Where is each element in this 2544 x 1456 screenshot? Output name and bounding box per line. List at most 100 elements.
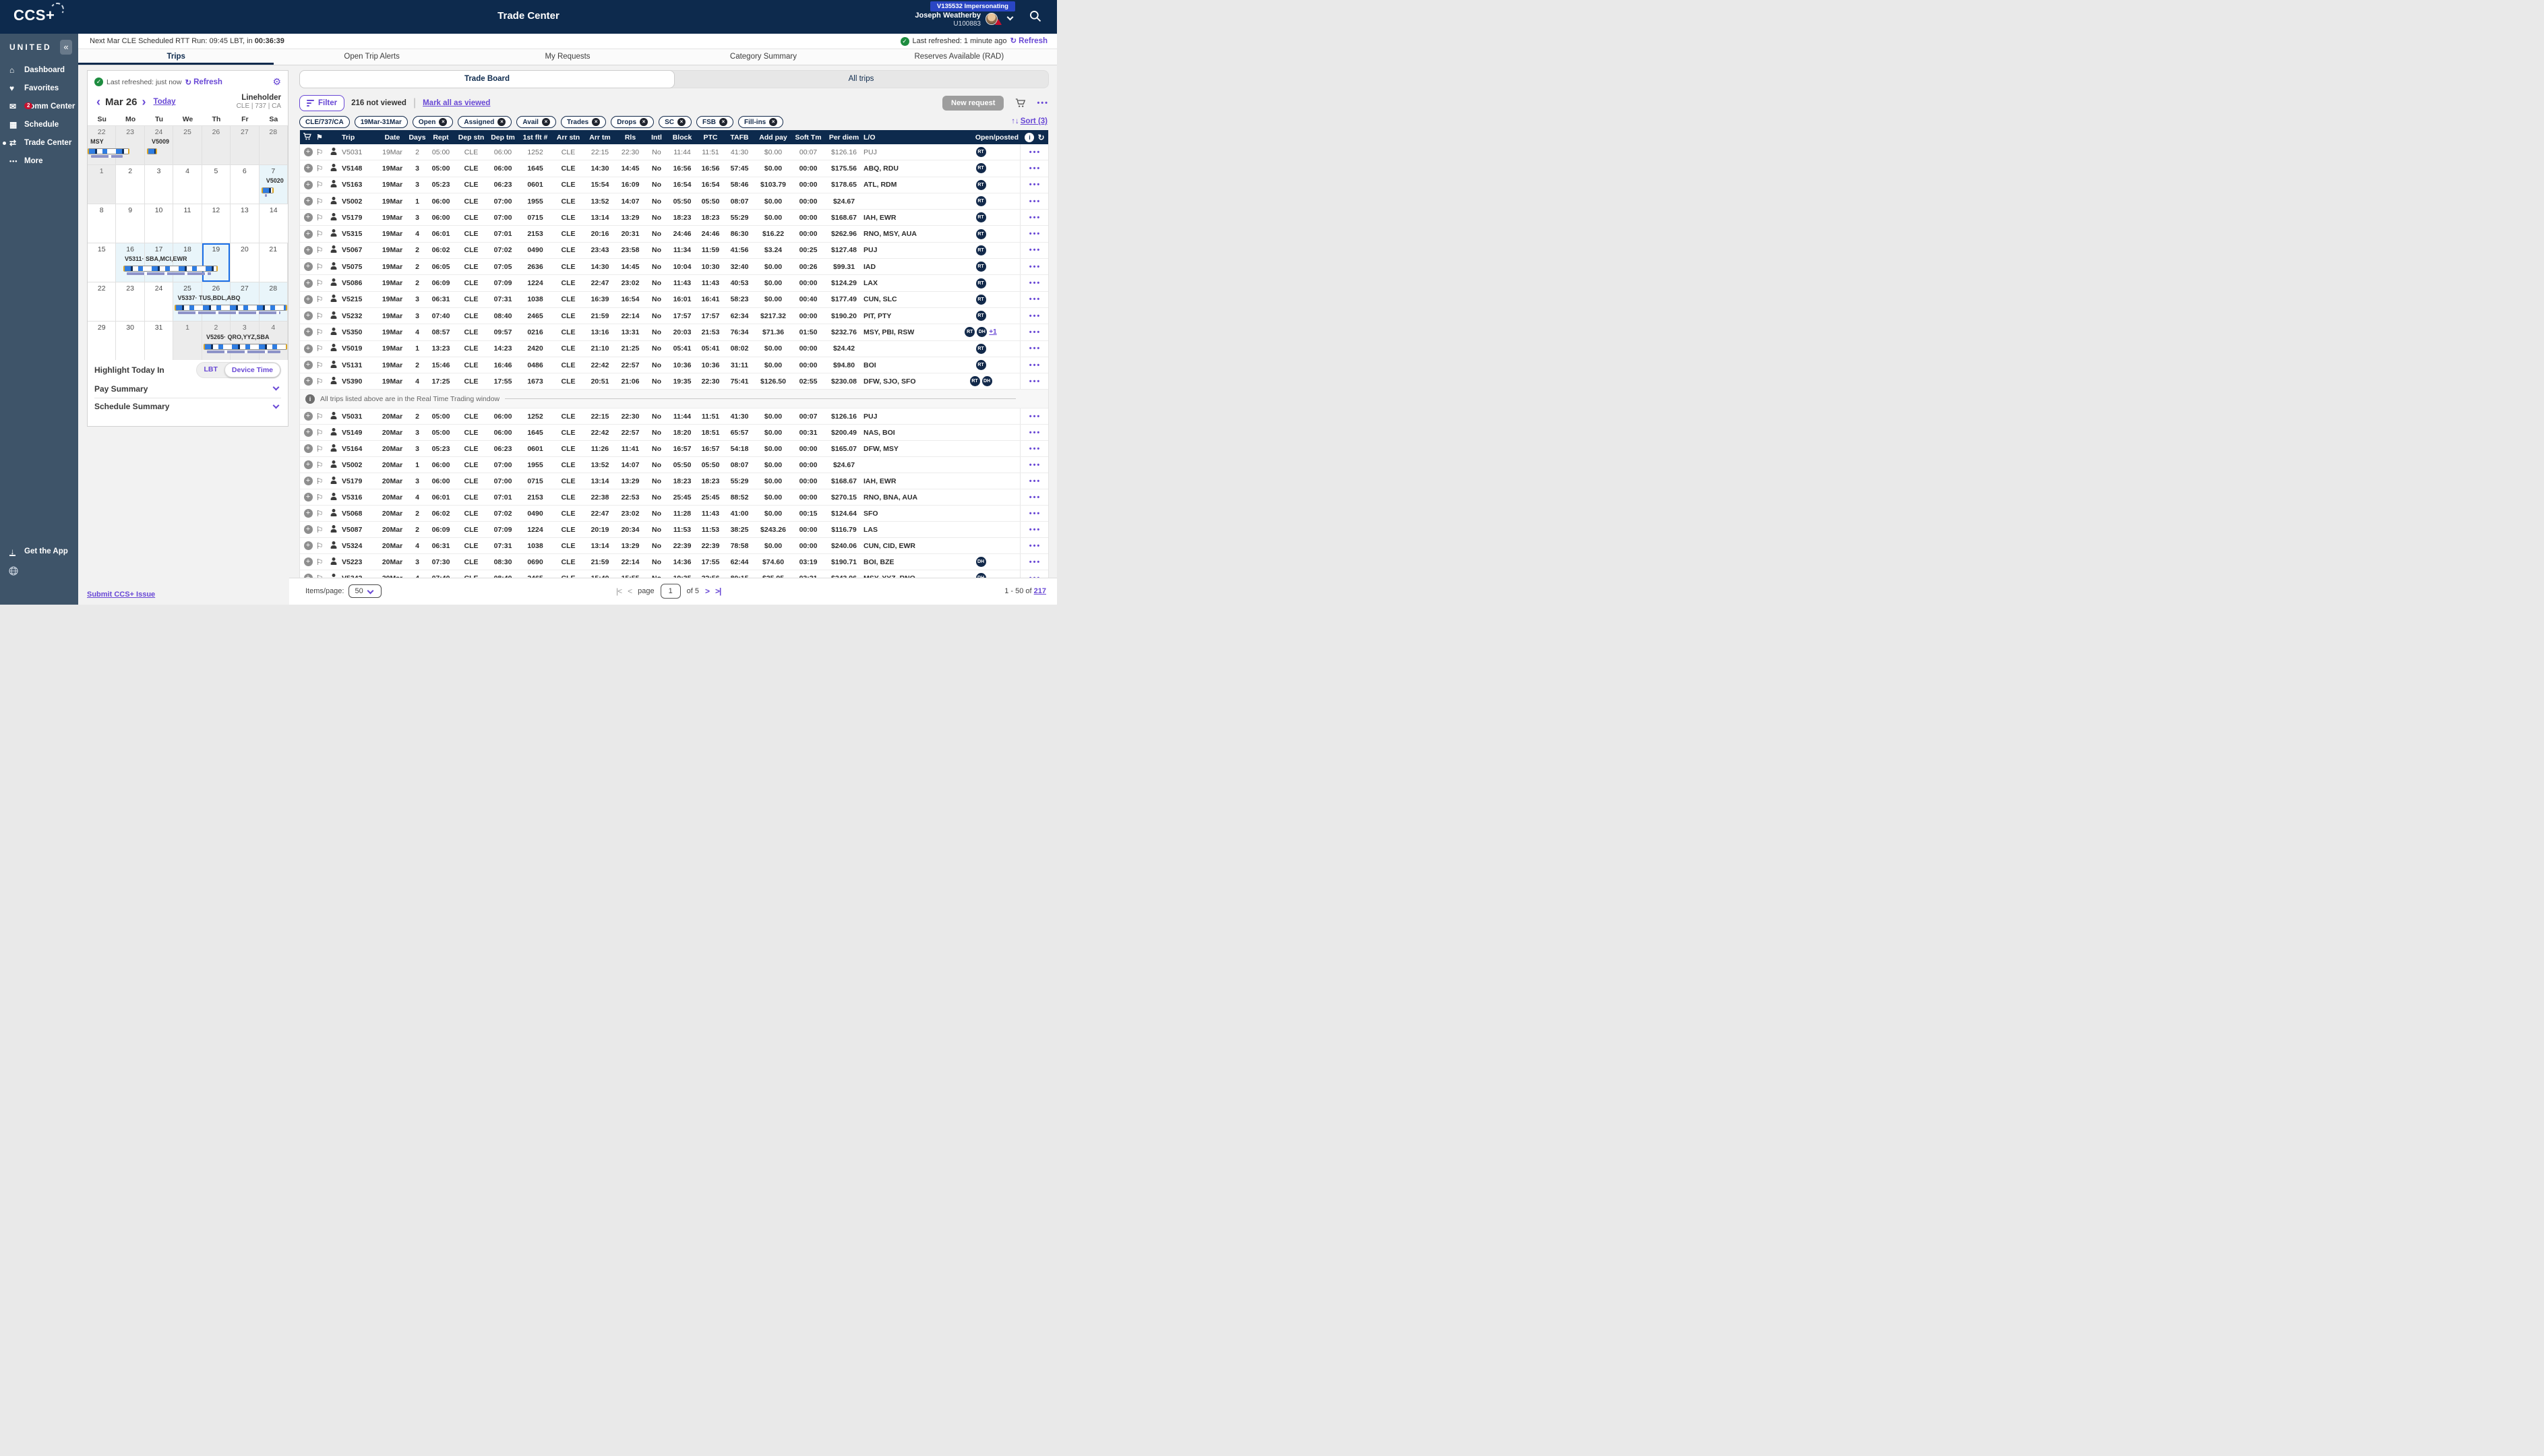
expand-button[interactable]: + — [300, 148, 313, 156]
plus-icon[interactable]: + — [304, 541, 313, 550]
expand-button[interactable]: + — [300, 377, 313, 386]
plus-icon[interactable]: + — [304, 444, 313, 453]
crew-icon[interactable] — [326, 164, 342, 173]
flag-icon[interactable]: ⚐ — [313, 493, 326, 502]
calendar-day[interactable]: 22 — [88, 282, 116, 321]
sidebar-item-dashboard[interactable]: ⌂Dashboard — [0, 61, 78, 79]
expand-button[interactable]: + — [300, 444, 313, 453]
tab-trips[interactable]: Trips — [78, 49, 274, 65]
refresh-button[interactable]: ↻Refresh — [1010, 34, 1048, 49]
flag-icon[interactable]: ⚐ — [313, 245, 326, 255]
calendar-day[interactable]: 26 — [202, 282, 231, 321]
close-icon[interactable]: × — [592, 118, 600, 126]
plus-icon[interactable]: + — [304, 311, 313, 320]
row-actions-button[interactable]: ••• — [1029, 230, 1041, 238]
column-header-open-posted[interactable]: Open/posted — [942, 133, 1020, 142]
crew-icon[interactable] — [326, 477, 342, 486]
calendar-day[interactable]: 31 — [145, 321, 173, 360]
sidebar-item-get-the-app[interactable]: ↓ Get the App — [9, 547, 68, 556]
row-actions-button[interactable]: ••• — [1029, 246, 1041, 254]
cart-icon[interactable] — [1014, 98, 1026, 109]
expand-button[interactable]: + — [300, 311, 313, 320]
flag-icon[interactable]: ⚐ — [313, 444, 326, 454]
row-actions-button[interactable]: ••• — [1029, 493, 1041, 502]
tab-my-requests[interactable]: My Requests — [470, 49, 665, 65]
calendar-day[interactable]: 18 — [173, 243, 202, 282]
last-page-button[interactable]: >| — [715, 586, 721, 596]
row-actions-button[interactable]: ••• — [1029, 477, 1041, 485]
crew-icon[interactable] — [326, 541, 342, 551]
expand-button[interactable]: + — [300, 197, 313, 206]
total-count-link[interactable]: 217 — [1034, 587, 1046, 595]
calendar-day[interactable]: 28 — [260, 282, 288, 321]
search-icon[interactable] — [1029, 9, 1042, 23]
plus-icon[interactable]: + — [304, 246, 313, 255]
plus-icon[interactable]: + — [304, 197, 313, 206]
expand-button[interactable]: + — [300, 428, 313, 437]
sidebar-item-trade-center[interactable]: ⇄Trade Center — [0, 133, 78, 152]
accordion-schedule-summary[interactable]: Schedule Summary — [94, 398, 281, 415]
next-month-button[interactable]: › — [140, 97, 148, 107]
calendar-day[interactable]: 25 — [173, 125, 202, 164]
calendar-day[interactable]: 21 — [260, 243, 288, 282]
column-header-soft-tm[interactable]: Soft Tm — [792, 133, 824, 142]
flag-icon[interactable]: ⚐ — [313, 295, 326, 304]
crew-icon[interactable] — [326, 493, 342, 502]
close-icon[interactable]: × — [439, 118, 447, 126]
expand-button[interactable]: + — [300, 541, 313, 550]
calendar-day[interactable]: 7 — [260, 164, 288, 204]
close-icon[interactable]: × — [497, 118, 506, 126]
sidebar-item-favorites[interactable]: ♥Favorites — [0, 79, 78, 97]
flag-icon[interactable]: ⚐ — [313, 509, 326, 518]
column-header-per-diem[interactable]: Per diem — [824, 133, 864, 142]
expand-button[interactable]: + — [300, 328, 313, 336]
crew-icon[interactable] — [326, 213, 342, 222]
flag-icon[interactable]: ⚐ — [313, 541, 326, 551]
calendar-refresh-button[interactable]: ↻Refresh — [185, 78, 222, 87]
column-header-block[interactable]: Block — [668, 133, 696, 142]
calendar-day[interactable]: 15 — [88, 243, 116, 282]
row-actions-button[interactable]: ••• — [1029, 328, 1041, 336]
row-actions-button[interactable]: ••• — [1029, 558, 1041, 566]
time-toggle-lbt[interactable]: LBT — [197, 363, 224, 377]
row-actions-button[interactable]: ••• — [1029, 429, 1041, 437]
filter-chip-fsb[interactable]: FSB× — [696, 116, 733, 128]
flag-icon[interactable]: ⚐ — [313, 311, 326, 321]
row-actions-button[interactable]: ••• — [1029, 295, 1041, 303]
expand-button[interactable]: + — [300, 525, 313, 534]
info-icon[interactable]: i — [1025, 133, 1034, 142]
flag-icon[interactable]: ⚐ — [313, 164, 326, 173]
row-actions-button[interactable]: ••• — [1029, 377, 1041, 386]
calendar-day[interactable]: 28 — [260, 125, 288, 164]
calendar-day[interactable]: 27 — [231, 125, 259, 164]
close-icon[interactable]: × — [542, 118, 550, 126]
crew-icon[interactable] — [326, 295, 342, 304]
calendar-day[interactable]: 2 — [116, 164, 144, 204]
plus-icon[interactable]: + — [304, 493, 313, 502]
expand-button[interactable]: + — [300, 493, 313, 502]
row-actions-button[interactable]: ••• — [1029, 542, 1041, 550]
calendar-day[interactable]: 24 — [145, 282, 173, 321]
plus-icon[interactable]: + — [304, 477, 313, 485]
calendar-day[interactable]: 17 — [145, 243, 173, 282]
calendar-day[interactable]: 14 — [260, 204, 288, 243]
calendar-day[interactable]: 22 — [88, 125, 116, 164]
calendar-day[interactable]: 27 — [231, 282, 259, 321]
column-header-tafb[interactable]: TAFB — [725, 133, 754, 142]
sidebar-item-more[interactable]: •••More — [0, 152, 78, 170]
row-actions-button[interactable]: ••• — [1029, 413, 1041, 421]
expand-button[interactable]: + — [300, 230, 313, 239]
column-header-1st-flt[interactable]: 1st flt # — [518, 133, 552, 142]
column-header-l-o[interactable]: L/O — [864, 133, 942, 142]
calendar-day[interactable]: 29 — [88, 321, 116, 360]
flag-icon[interactable]: ⚐ — [313, 262, 326, 272]
calendar-day[interactable]: 1 — [88, 164, 116, 204]
flag-icon[interactable]: ⚐ — [313, 213, 326, 222]
close-icon[interactable]: × — [677, 118, 686, 126]
row-actions-button[interactable]: ••• — [1029, 214, 1041, 222]
next-page-button[interactable]: > — [705, 586, 709, 596]
crew-icon[interactable] — [326, 361, 342, 370]
calendar-day-selected[interactable]: 19 — [202, 243, 231, 282]
close-icon[interactable]: × — [769, 118, 777, 126]
filter-chip-assigned[interactable]: Assigned× — [458, 116, 512, 128]
